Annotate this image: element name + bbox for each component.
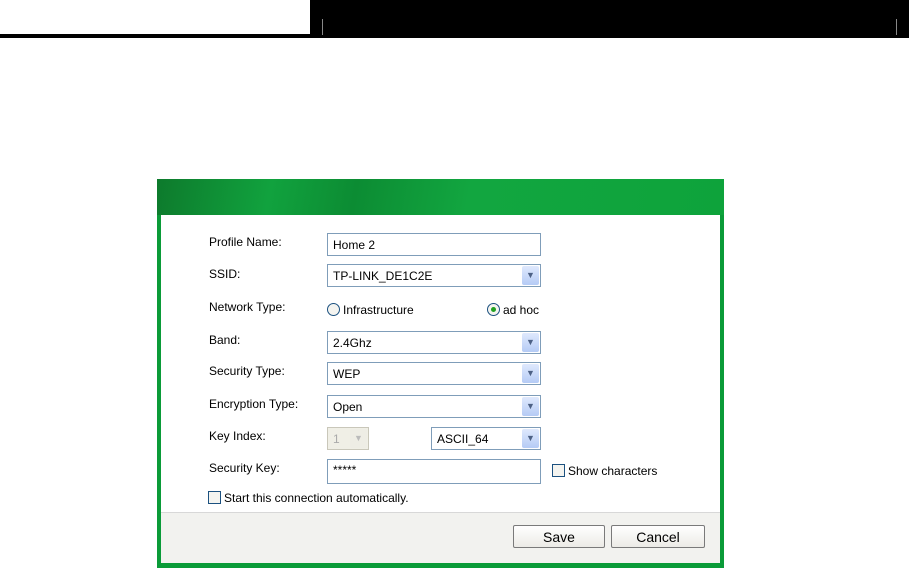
network-type-label: Network Type:: [209, 300, 286, 314]
auto-start-checkbox[interactable]: Start this connection automatically.: [208, 491, 409, 505]
profile-dialog: Profile Name: Home 2 SSID: TP-LINK_DE1C2…: [157, 179, 724, 568]
ssid-value: TP-LINK_DE1C2E: [333, 269, 433, 283]
band-select[interactable]: 2.4Ghz ▼: [327, 331, 541, 354]
chevron-down-icon[interactable]: ▼: [522, 333, 539, 352]
chevron-down-icon[interactable]: ▼: [522, 429, 539, 448]
chevron-down-icon[interactable]: ▼: [522, 364, 539, 383]
auto-start-label: Start this connection automatically.: [224, 491, 409, 505]
checkbox-icon[interactable]: [552, 464, 565, 477]
radio-icon[interactable]: [327, 303, 340, 316]
dialog-footer: Save Cancel: [161, 512, 720, 563]
checkbox-icon[interactable]: [208, 491, 221, 504]
profile-name-label: Profile Name:: [209, 235, 282, 249]
band-label: Band:: [209, 333, 241, 347]
save-button[interactable]: Save: [513, 525, 605, 548]
radio-checked-icon[interactable]: [487, 303, 500, 316]
chevron-down-icon[interactable]: ▼: [522, 397, 539, 416]
header-rule: [0, 34, 909, 38]
radio-label: ad hoc: [503, 303, 540, 317]
security-type-select[interactable]: WEP ▼: [327, 362, 541, 385]
ssid-select[interactable]: TP-LINK_DE1C2E ▼: [327, 264, 541, 287]
key-format-value: ASCII_64: [437, 432, 489, 446]
key-format-select[interactable]: ASCII_64 ▼: [431, 427, 541, 450]
dialog-content: Profile Name: Home 2 SSID: TP-LINK_DE1C2…: [161, 215, 720, 512]
header-bar: [310, 0, 909, 37]
header-divider: [896, 19, 897, 35]
encryption-type-select[interactable]: Open ▼: [327, 395, 541, 418]
dialog-header: [157, 179, 724, 215]
encryption-type-label: Encryption Type:: [209, 397, 299, 411]
key-index-value: 1: [333, 432, 340, 446]
show-characters-label: Show characters: [568, 464, 658, 478]
key-index-select: 1 ▼: [327, 427, 369, 450]
header-divider: [322, 19, 323, 35]
cancel-button[interactable]: Cancel: [611, 525, 705, 548]
chevron-down-icon[interactable]: ▼: [522, 266, 539, 285]
show-characters-checkbox[interactable]: Show characters: [552, 464, 657, 478]
security-key-input[interactable]: *****: [327, 459, 541, 484]
radio-infrastructure[interactable]: Infrastructure: [327, 303, 414, 317]
chevron-down-icon: ▼: [350, 429, 367, 448]
profile-name-input[interactable]: Home 2: [327, 233, 541, 256]
band-value: 2.4Ghz: [333, 336, 372, 350]
encryption-type-value: Open: [333, 400, 363, 414]
radio-adhoc[interactable]: ad hoc: [487, 303, 539, 317]
security-key-label: Security Key:: [209, 461, 280, 475]
radio-label: Infrastructure: [343, 303, 414, 317]
key-index-label: Key Index:: [209, 429, 266, 443]
security-type-value: WEP: [333, 367, 361, 381]
security-type-label: Security Type:: [209, 364, 285, 378]
ssid-label: SSID:: [209, 267, 241, 281]
